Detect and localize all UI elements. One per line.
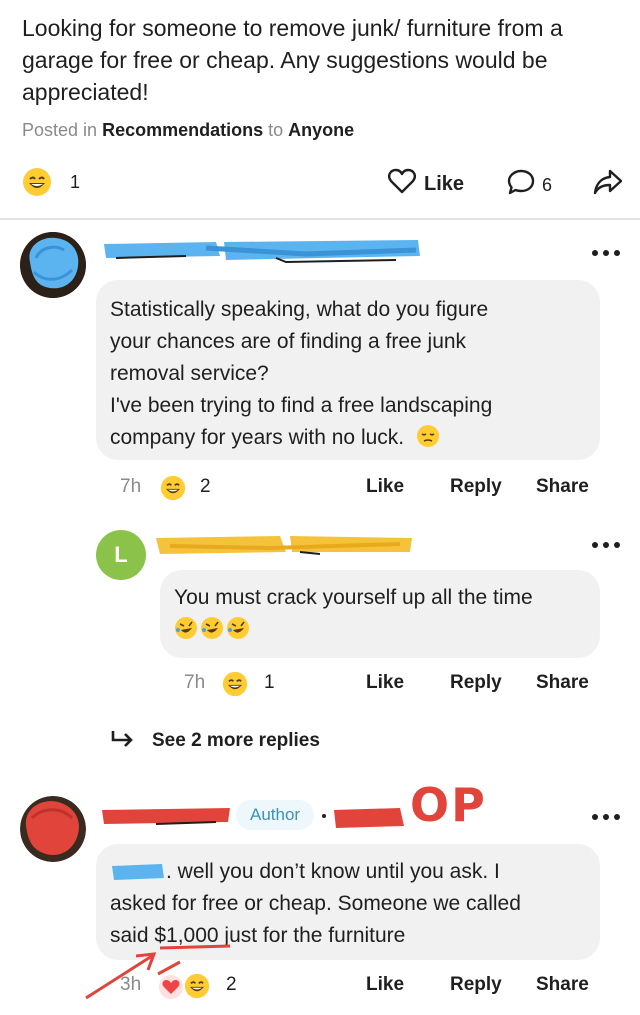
pensive-face-icon: [416, 424, 440, 458]
comment-share-button[interactable]: Share: [536, 672, 589, 694]
post-like-button[interactable]: Like: [388, 168, 464, 200]
comment-bubble: You must crack yourself up all the time: [160, 570, 600, 658]
avatar[interactable]: [20, 232, 86, 298]
comment-time: 7h: [120, 476, 142, 497]
comment-line-text: . well you don’t know until you ask. I: [166, 860, 500, 883]
category-link[interactable]: Recommendations: [102, 120, 263, 140]
comment-like-button[interactable]: Like: [366, 476, 404, 498]
redacted-name: [322, 808, 404, 828]
heart-reaction-icon: [158, 974, 184, 1000]
rolling-laughing-icon: [174, 616, 198, 650]
rolling-laughing-icon: [226, 616, 250, 650]
redacted-name: [156, 536, 412, 555]
grinning-face-icon: [184, 973, 210, 999]
comment-line: I've been trying to find a free landscap…: [110, 394, 493, 417]
comment-share-button[interactable]: Share: [536, 476, 589, 498]
comment-reaction-count: 1: [264, 672, 275, 693]
comment-bubble: Statistically speaking, what do you figu…: [96, 280, 600, 460]
comment-line: removal service?: [110, 362, 269, 385]
avatar[interactable]: L: [96, 530, 146, 580]
comment-bubble-icon: [506, 168, 536, 202]
see-more-replies-label: See 2 more replies: [152, 730, 320, 751]
comment-line: . well you don’t know until you ask. I: [110, 856, 586, 888]
op-annotation: OP: [410, 778, 487, 832]
comment-reply-button[interactable]: Reply: [450, 672, 502, 694]
post-actions-bar: 1 Like 6: [0, 160, 640, 204]
comment-reaction-count: 2: [226, 974, 237, 995]
post-comment-button[interactable]: 6: [506, 168, 552, 202]
posted-in-line: Posted in Recommendations to Anyone: [22, 120, 354, 141]
avatar[interactable]: [20, 796, 86, 862]
comment-reply-button[interactable]: Reply: [450, 476, 502, 498]
redacted-name: [102, 808, 230, 825]
comment-meta-row: 7h 1 Like Reply Share: [0, 671, 640, 700]
post-reaction-count: 1: [70, 172, 81, 192]
comment-line-text: company for years with no luck.: [110, 426, 405, 449]
comment-share-button[interactable]: Share: [536, 974, 589, 996]
rolling-laughing-icon: [200, 616, 224, 650]
post-comment-count: 6: [542, 174, 553, 195]
grinning-face-icon: [222, 671, 248, 697]
reply-arrow-icon: [110, 728, 136, 754]
more-options-icon[interactable]: [592, 812, 622, 822]
more-options-icon[interactable]: [592, 248, 622, 258]
comment-like-button[interactable]: Like: [366, 974, 404, 996]
audience-link[interactable]: Anyone: [288, 120, 354, 140]
comment-line: asked for free or cheap. Someone we call…: [110, 892, 521, 915]
comment-like-button[interactable]: Like: [366, 672, 404, 694]
grinning-face-icon[interactable]: [22, 167, 52, 197]
comment-reply-button[interactable]: Reply: [450, 974, 502, 996]
grinning-face-icon: [160, 475, 186, 501]
comment-meta-row: 3h 2 Like Reply Share: [0, 973, 640, 1002]
section-divider: [0, 218, 640, 220]
comment-time: 7h: [184, 672, 206, 693]
redacted-mention: [110, 860, 166, 882]
redacted-name: [104, 240, 420, 264]
share-arrow-icon[interactable]: [592, 167, 624, 197]
comment-line: your chances are of finding a free junk: [110, 330, 467, 353]
author-badge: Author: [236, 800, 315, 830]
see-more-replies-button[interactable]: See 2 more replies: [110, 728, 320, 754]
comment-text: You must crack yourself up all the time: [174, 586, 533, 609]
more-options-icon[interactable]: [592, 540, 622, 550]
comment-line: Statistically speaking, what do you figu…: [110, 298, 489, 321]
post-like-label: Like: [424, 172, 465, 195]
laughing-emoji-row: [174, 616, 586, 650]
heart-outline-icon: [388, 168, 416, 200]
comment-time: 3h: [120, 974, 142, 995]
posted-in-prefix: Posted in: [22, 120, 98, 140]
comment-line: company for years with no luck.: [110, 422, 586, 458]
posted-to-word: to: [268, 120, 284, 140]
comment-meta-row: 7h 2 Like Reply Share: [0, 475, 640, 504]
comment-reaction-count: 2: [200, 476, 211, 497]
post-text: Looking for someone to remove junk/ furn…: [22, 15, 563, 105]
